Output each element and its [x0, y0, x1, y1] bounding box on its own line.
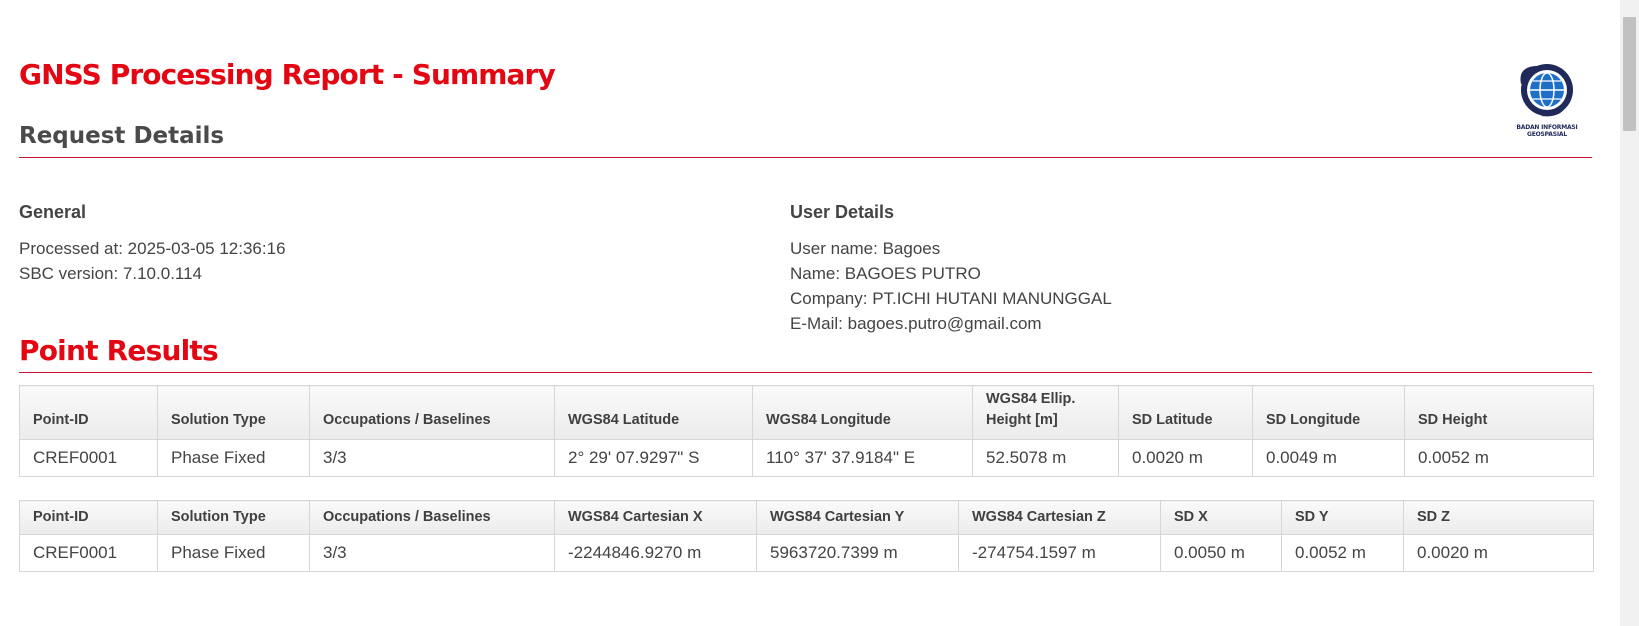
table-cell: 0.0052 m — [1404, 439, 1594, 477]
column-header: WGS84 Cartesian Z — [958, 500, 1161, 535]
logo-caption: BADAN INFORMASI GEOSPASIAL — [1508, 124, 1586, 138]
point-results-divider — [19, 372, 1592, 373]
table-cell: 52.5078 m — [972, 439, 1119, 477]
logo-line-2: GEOSPASIAL — [1527, 131, 1567, 138]
column-header: SD Longitude — [1252, 385, 1405, 440]
column-header: SD Y — [1281, 500, 1404, 535]
report-page: GNSS Processing Report - Summary Request… — [0, 0, 1639, 626]
table-cell: 2° 29' 07.9297" S — [554, 439, 753, 477]
table-cell: 3/3 — [309, 439, 555, 477]
table-cell: -2244846.9270 m — [554, 534, 757, 572]
scrollbar-thumb[interactable] — [1623, 17, 1636, 131]
sbc-version: SBC version: 7.10.0.114 — [19, 264, 203, 283]
column-header: Point-ID — [19, 500, 158, 535]
column-header: SD Height — [1404, 385, 1594, 440]
table-cell: Phase Fixed — [157, 439, 310, 477]
cartesian-results-table: Point-ID Solution Type Occupations / Bas… — [19, 500, 1594, 572]
table-cell: 0.0020 m — [1403, 534, 1594, 572]
table-cell: 0.0050 m — [1160, 534, 1282, 572]
column-header: WGS84 Latitude — [554, 385, 753, 440]
geodetic-results-table: Point-ID Solution Type Occupations / Bas… — [19, 385, 1594, 477]
table-row: CREF0001 Phase Fixed 3/3 2° 29' 07.9297"… — [19, 439, 1594, 477]
column-header: Occupations / Baselines — [309, 385, 555, 440]
company: Company: PT.ICHI HUTANI MANUNGGAL — [790, 289, 1112, 308]
column-header: WGS84 Longitude — [752, 385, 973, 440]
request-details-heading: Request Details — [19, 123, 225, 149]
vertical-scrollbar[interactable] — [1620, 0, 1639, 626]
logo-line-1: BADAN INFORMASI — [1516, 124, 1578, 131]
column-header: SD Latitude — [1118, 385, 1253, 440]
column-header: WGS84 Cartesian X — [554, 500, 757, 535]
full-name: Name: BAGOES PUTRO — [790, 264, 981, 283]
column-header: Occupations / Baselines — [309, 500, 555, 535]
table-cell: 0.0052 m — [1281, 534, 1404, 572]
table-row: CREF0001 Phase Fixed 3/3 -2244846.9270 m… — [19, 534, 1594, 572]
column-header: Solution Type — [157, 385, 310, 440]
column-header: SD Z — [1403, 500, 1594, 535]
page-title: GNSS Processing Report - Summary — [19, 58, 556, 91]
table-cell: 3/3 — [309, 534, 555, 572]
geodetic-header-row: Point-ID Solution Type Occupations / Bas… — [19, 385, 1594, 440]
point-results-heading: Point Results — [19, 334, 219, 367]
column-header: Solution Type — [157, 500, 310, 535]
processed-at: Processed at: 2025-03-05 12:36:16 — [19, 239, 286, 258]
request-details-divider — [19, 157, 1592, 158]
column-header: SD X — [1160, 500, 1282, 535]
table-cell: CREF0001 — [19, 439, 158, 477]
table-cell: 0.0020 m — [1118, 439, 1253, 477]
column-header: WGS84 Ellip. Height [m] — [972, 385, 1119, 440]
user-details-heading: User Details — [790, 202, 895, 222]
table-cell: 5963720.7399 m — [756, 534, 959, 572]
user-details-info: User Details User name: Bagoes Name: BAG… — [790, 202, 1112, 336]
general-info: General Processed at: 2025-03-05 12:36:1… — [19, 202, 286, 286]
user-name: User name: Bagoes — [790, 239, 941, 258]
column-header: Point-ID — [19, 385, 158, 440]
column-header: WGS84 Cartesian Y — [756, 500, 959, 535]
email: E-Mail: bagoes.putro@gmail.com — [790, 314, 1042, 333]
table-cell: CREF0001 — [19, 534, 158, 572]
table-cell: 110° 37' 37.9184" E — [752, 439, 973, 477]
table-cell: Phase Fixed — [157, 534, 310, 572]
cartesian-header-row: Point-ID Solution Type Occupations / Bas… — [19, 500, 1594, 535]
general-heading: General — [19, 202, 87, 222]
table-cell: -274754.1597 m — [958, 534, 1161, 572]
table-cell: 0.0049 m — [1252, 439, 1405, 477]
